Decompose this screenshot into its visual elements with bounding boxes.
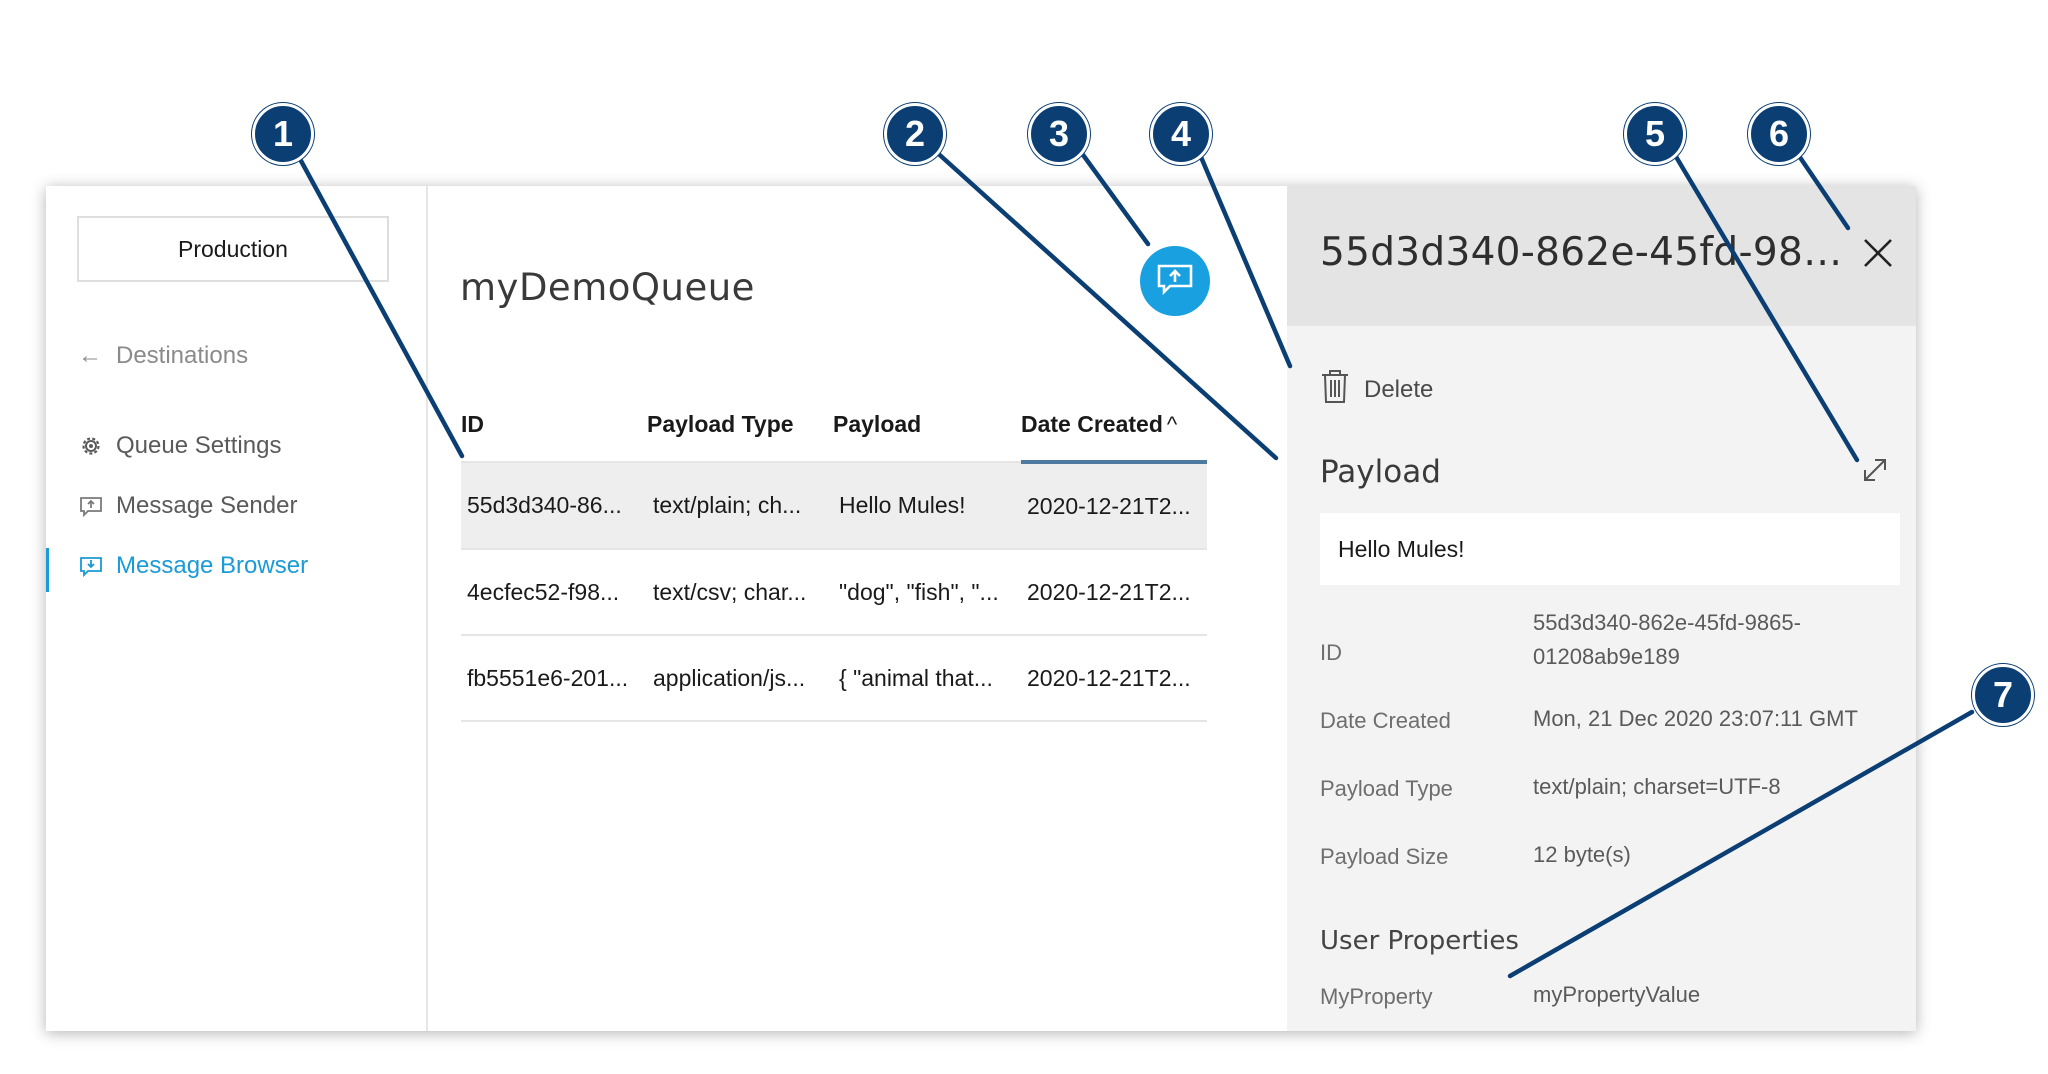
cell-payload-type: text/plain; ch...: [647, 462, 833, 550]
prop-value-id: 55d3d340-862e-45fd-9865- 01208ab9e189: [1533, 610, 1801, 669]
app-window: Production ← Destinations Queue Settings: [46, 186, 1916, 1031]
detail-header: 55d3d340-862e-45fd-9865-0...: [1287, 186, 1916, 326]
sidebar-item-queue-settings[interactable]: Queue Settings: [78, 432, 281, 460]
back-to-destinations-link[interactable]: ← Destinations: [78, 342, 248, 370]
close-button[interactable]: [1861, 236, 1897, 272]
back-link-label: Destinations: [116, 342, 249, 369]
cell-payload-type: text/csv; char...: [647, 549, 833, 636]
column-header-payload[interactable]: Payload: [833, 406, 1021, 463]
trash-icon: [1320, 368, 1350, 411]
sidebar-item-label: Message Sender: [116, 492, 298, 519]
cell-payload-type: application/js...: [647, 635, 833, 722]
environment-label: Production: [178, 235, 288, 262]
sidebar-item-message-browser[interactable]: Message Browser: [78, 552, 308, 580]
cell-date-created: 2020-12-21T2...: [1021, 462, 1207, 550]
main-content: myDemoQueue ID Payload Type Payload Date…: [428, 186, 1288, 1031]
send-message-icon: [78, 493, 104, 519]
prop-label-payload-size: Payload Size: [1320, 844, 1449, 869]
messages-table: ID Payload Type Payload Date Created ^ 55…: [461, 406, 1207, 722]
cell-payload: "dog", "fish", "...: [833, 549, 1021, 636]
message-detail-panel: 55d3d340-862e-45fd-9865-0... Delete: [1287, 186, 1916, 1031]
prop-value-date-created: Mon, 21 Dec 2020 23:07:11 GMT: [1533, 706, 1858, 731]
cell-id: 4ecfec52-f98...: [461, 549, 647, 636]
detail-title: 55d3d340-862e-45fd-9865-0...: [1320, 230, 1860, 275]
table-header-row: ID Payload Type Payload Date Created ^: [461, 406, 1207, 464]
cell-id: 55d3d340-86...: [461, 462, 647, 550]
column-header-date-created[interactable]: Date Created ^: [1021, 406, 1207, 464]
gear-icon: [78, 433, 104, 459]
cell-date-created: 2020-12-21T2...: [1021, 635, 1207, 722]
callout-7: 7: [1972, 664, 2034, 726]
column-header-id[interactable]: ID: [461, 406, 647, 463]
callout-3: 3: [1028, 103, 1090, 165]
user-properties-heading: User Properties: [1320, 926, 1519, 956]
cell-date-created: 2020-12-21T2...: [1021, 549, 1207, 636]
sort-ascending-icon: ^: [1166, 411, 1178, 437]
environment-selector[interactable]: Production: [77, 216, 389, 282]
prop-value-payload-size: 12 byte(s): [1533, 842, 1631, 867]
table-row[interactable]: 55d3d340-86... text/plain; ch... Hello M…: [461, 462, 1207, 550]
expand-icon: [1861, 459, 1889, 488]
cell-payload: Hello Mules!: [833, 462, 1021, 550]
sidebar-item-label: Message Browser: [116, 552, 309, 579]
delete-button[interactable]: Delete: [1320, 368, 1433, 411]
cell-payload: { "animal that...: [833, 635, 1021, 722]
prop-value-payload-type: text/plain; charset=UTF-8: [1533, 774, 1781, 799]
sidebar: Production ← Destinations Queue Settings: [46, 186, 428, 1031]
user-prop-label: MyProperty: [1320, 984, 1433, 1009]
user-prop-value: myPropertyValue: [1533, 982, 1701, 1007]
send-message-button[interactable]: [1140, 246, 1210, 316]
prop-label-payload-type: Payload Type: [1320, 776, 1453, 801]
callout-6: 6: [1748, 103, 1810, 165]
prop-label-id: ID: [1320, 640, 1342, 665]
delete-label: Delete: [1364, 375, 1434, 403]
sidebar-item-label: Queue Settings: [116, 432, 282, 459]
expand-payload-button[interactable]: [1861, 456, 1891, 486]
browse-message-icon: [78, 553, 104, 579]
callout-2: 2: [884, 103, 946, 165]
close-icon: [1861, 239, 1895, 274]
arrow-left-icon: ←: [78, 342, 102, 369]
table-row[interactable]: 4ecfec52-f98... text/csv; char... "dog",…: [461, 549, 1207, 636]
payload-value-box: Hello Mules!: [1320, 513, 1900, 585]
payload-heading: Payload: [1320, 454, 1441, 490]
callout-4: 4: [1150, 103, 1212, 165]
cell-id: fb5551e6-201...: [461, 635, 647, 722]
payload-value: Hello Mules!: [1338, 535, 1465, 562]
column-header-payload-type[interactable]: Payload Type: [647, 406, 833, 463]
send-message-icon: [1156, 262, 1194, 301]
queue-title: myDemoQueue: [460, 266, 755, 309]
active-indicator: [46, 548, 49, 592]
prop-label-date-created: Date Created: [1320, 708, 1451, 733]
sidebar-item-message-sender[interactable]: Message Sender: [78, 492, 297, 520]
table-row[interactable]: fb5551e6-201... application/js... { "ani…: [461, 635, 1207, 722]
callout-1: 1: [252, 103, 314, 165]
callout-5: 5: [1624, 103, 1686, 165]
